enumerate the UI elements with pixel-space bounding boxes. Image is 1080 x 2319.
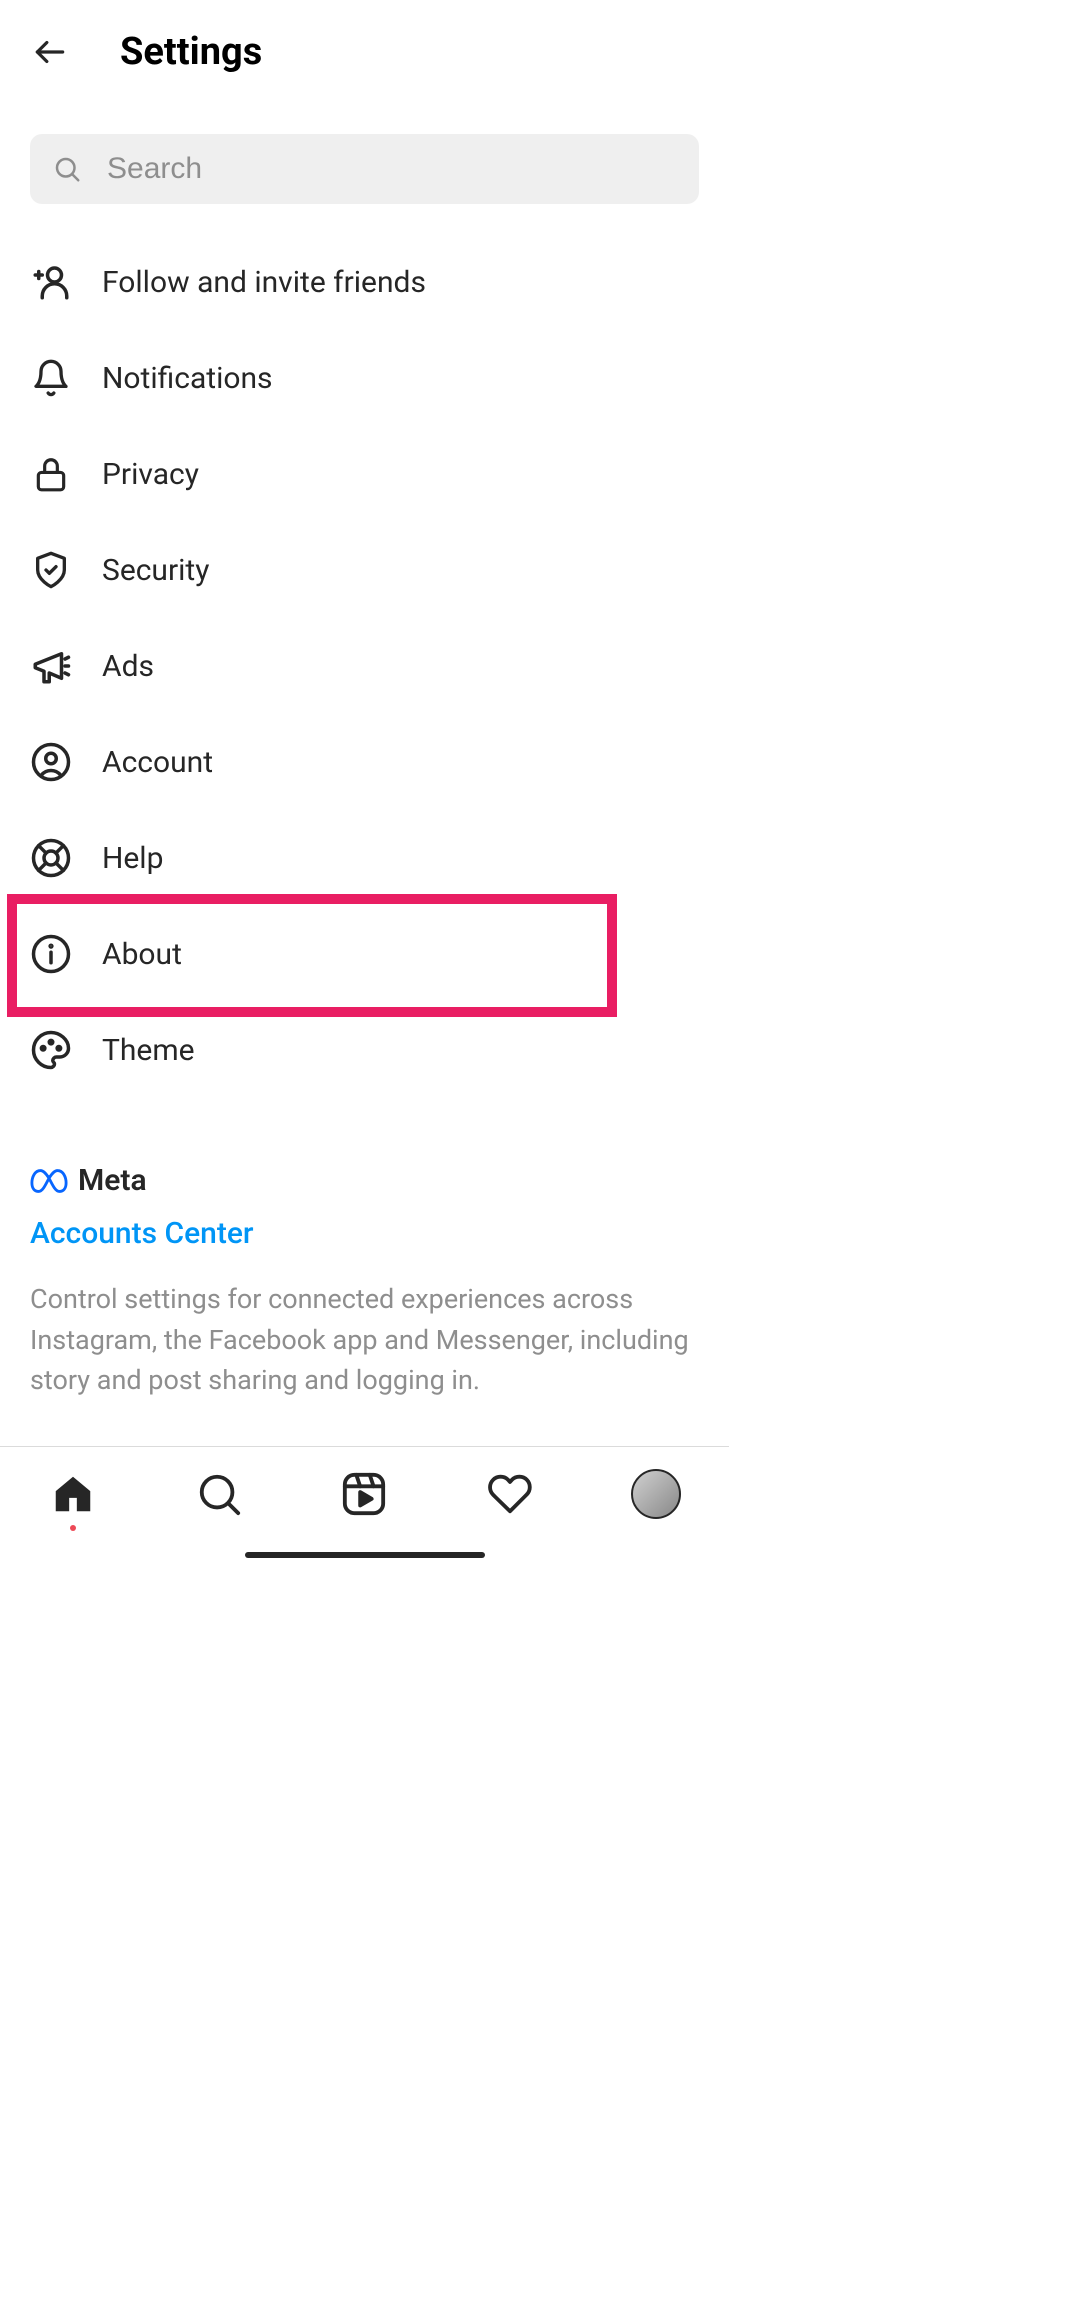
settings-item-ads[interactable]: Ads [30,618,699,714]
settings-item-follow-invite[interactable]: Follow and invite friends [30,234,699,330]
meta-brand-label: Meta [78,1163,147,1198]
arrow-left-icon [31,33,69,71]
meta-brand: Meta [30,1163,699,1198]
meta-description: Control settings for connected experienc… [30,1279,699,1401]
settings-item-account[interactable]: Account [30,714,699,810]
nav-home[interactable] [48,1469,98,1519]
settings-item-theme[interactable]: Theme [30,1002,699,1098]
list-item-label: Security [102,553,209,588]
home-icon [50,1471,96,1517]
list-item-label: Account [102,745,213,780]
bell-icon [30,357,72,399]
list-item-label: Privacy [102,457,199,492]
home-indicator [245,1552,485,1558]
shield-icon [30,549,72,591]
nav-activity[interactable] [485,1469,535,1519]
back-button[interactable] [30,32,70,72]
info-icon [30,933,72,975]
list-item-label: Help [102,841,163,876]
bottom-nav [0,1446,729,1566]
settings-item-about[interactable]: About [30,906,699,1002]
help-icon [30,837,72,879]
lock-icon [30,453,72,495]
list-item-label: Notifications [102,361,273,396]
highlight-annotation [7,894,617,1017]
heart-icon [487,1471,533,1517]
settings-item-privacy[interactable]: Privacy [30,426,699,522]
nav-reels[interactable] [339,1469,389,1519]
avatar-icon [631,1469,681,1519]
megaphone-icon [30,645,72,687]
user-circle-icon [30,741,72,783]
meta-section: Meta Accounts Center Control settings fo… [0,1098,729,1401]
settings-item-security[interactable]: Security [30,522,699,618]
list-item-label: About [102,937,182,972]
reels-icon [341,1471,387,1517]
nav-profile[interactable] [631,1469,681,1519]
settings-item-notifications[interactable]: Notifications [30,330,699,426]
accounts-center-link[interactable]: Accounts Center [30,1216,699,1251]
search-input[interactable] [107,152,677,186]
notification-dot [70,1525,76,1531]
settings-item-help[interactable]: Help [30,810,699,906]
header: Settings [0,0,729,94]
search-container[interactable] [30,134,699,204]
page-title: Settings [120,30,262,74]
list-item-label: Ads [102,649,154,684]
meta-logo-icon [30,1168,68,1194]
palette-icon [30,1029,72,1071]
search-icon [52,154,82,184]
nav-search[interactable] [194,1469,244,1519]
person-add-icon [30,261,72,303]
search-icon [196,1471,242,1517]
list-item-label: Theme [102,1033,195,1068]
settings-list: Follow and invite friends Notifications … [0,234,729,1098]
list-item-label: Follow and invite friends [102,265,426,300]
